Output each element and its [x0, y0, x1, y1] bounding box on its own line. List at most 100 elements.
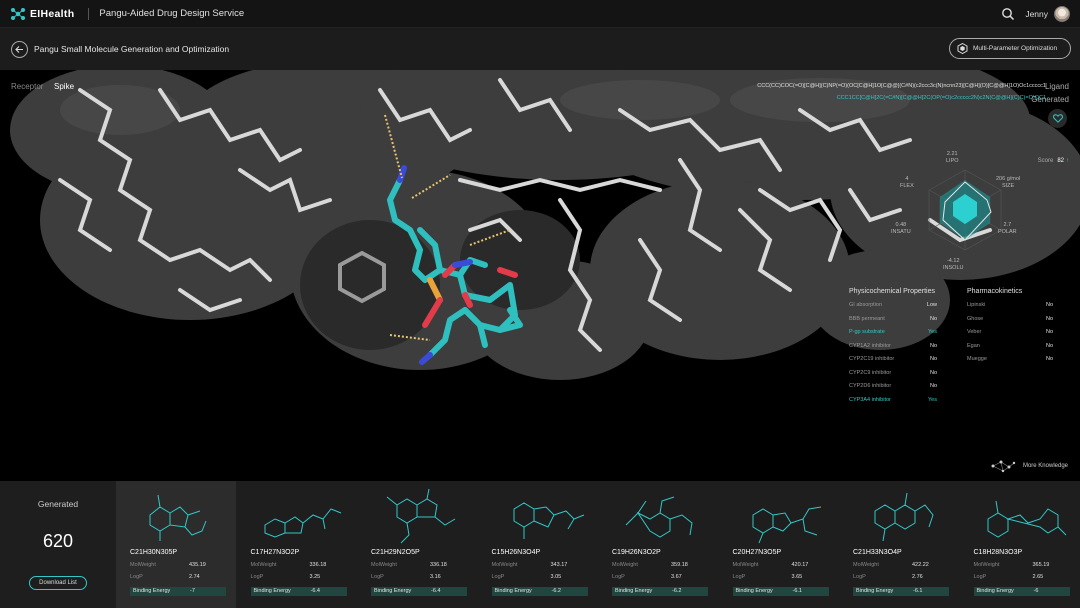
logp-label: LogP	[371, 574, 384, 580]
molweight-value: 343.17	[550, 562, 568, 568]
ligand-label: Ligand	[1044, 82, 1069, 91]
more-knowledge-link[interactable]: More Knowledge	[989, 458, 1068, 474]
pk-row: Egan No	[967, 343, 1053, 357]
search-icon[interactable]	[1001, 7, 1015, 21]
logp-value: 3.05	[550, 574, 562, 580]
generated-smiles: CCC1CC[C@H]2C(=C#N)[C@@H]2C(OP(=O)c2cccc…	[836, 95, 1046, 101]
molweight-label: MolWeight	[491, 562, 518, 568]
protein-ligand-3d-view[interactable]	[0, 70, 1080, 481]
molecule-structure-icon	[987, 500, 1066, 538]
ligand-smiles: CCC(CC)COC(=O)[C@H](C)NP(=O)(OC[C@H]1O[C…	[757, 83, 1046, 89]
pharmacokinetics-title: Pharmacokinetics	[967, 288, 1023, 295]
physchem-value: Yes	[928, 396, 937, 403]
binding-energy-value: -6.4	[431, 588, 441, 594]
molweight-label: MolWeight	[250, 562, 277, 568]
molecule-formula: C19H26N3O2P	[612, 549, 661, 556]
binding-energy-row: Binding Energy -6.2	[491, 587, 588, 596]
network-icon	[991, 460, 1016, 473]
size-label: SIZE	[1001, 183, 1015, 189]
physchem-row: CYP3A4 inhibitor Yes	[849, 397, 937, 411]
molecule-card[interactable]: C21H33N3O4P MolWeight 422.22 LogP 2.76 Bindin…	[839, 481, 959, 608]
physchem-label: CYP2D6 inhibitor	[849, 383, 892, 389]
receptor-label: Receptor	[11, 82, 44, 91]
molweight-value: 359.18	[671, 562, 688, 568]
molecule-bonds	[752, 506, 821, 544]
radar-polar: 2.7 POLAR	[998, 222, 1017, 236]
favorite-button[interactable]	[1048, 109, 1067, 128]
logp-row: LogP 3.67	[612, 574, 708, 580]
download-list-button[interactable]: Download List	[29, 576, 87, 590]
brand-name: EIHealth	[30, 7, 75, 20]
divider	[88, 7, 90, 20]
insolu-label: INSOLU	[943, 265, 964, 271]
multi-parameter-optimization-button[interactable]: Multi-Parameter Optimization	[949, 38, 1071, 59]
generated-summary: Generated 620 Download List	[0, 481, 116, 608]
score-label: Score	[1037, 158, 1054, 164]
logp-label: LogP	[973, 574, 987, 580]
physchem-row: BBB permeant No	[849, 316, 937, 330]
more-knowledge-label: More Knowledge	[1022, 463, 1068, 469]
molweight-label: MolWeight	[973, 562, 1000, 568]
pk-value: No	[1045, 315, 1053, 322]
radar-size: 206 g/mol SIZE	[996, 176, 1020, 190]
molecule-structure-icon	[386, 488, 456, 544]
molecule-card[interactable]: C19H26N3O2P MolWeight 359.18 LogP 3.67 Bindin…	[598, 481, 718, 608]
logp-row: LogP 3.16	[371, 574, 467, 580]
physchem-label: GI absorption	[849, 302, 883, 308]
pharmacokinetics: Pharmacokinetics Lipinski No Ghose No Veber N…	[967, 288, 1053, 370]
binding-energy-value: -7	[190, 588, 195, 594]
molweight-value: 435.19	[189, 562, 206, 568]
logp-row: LogP 3.65	[733, 574, 829, 580]
back-button[interactable]	[11, 40, 28, 58]
binding-energy-label: Binding Energy	[374, 588, 412, 594]
binding-energy-value: -6.1	[913, 588, 923, 594]
molecule-card[interactable]: C21H29N2O5P MolWeight 336.18 LogP 3.16 Bindin…	[357, 481, 477, 608]
physchem-value: No	[929, 315, 937, 322]
binding-energy-row: Binding Energy -6.2	[612, 587, 708, 596]
binding-energy-value: -6.1	[792, 588, 802, 594]
molweight-row: MolWeight 336.18	[251, 562, 347, 568]
molecule-card[interactable]: C20H27N3O5P MolWeight 420.17 LogP 3.65 Bindin…	[719, 481, 839, 608]
logp-value: 3.65	[791, 574, 803, 580]
logp-row: LogP 2.74	[130, 574, 226, 580]
binding-energy-value: -6.2	[672, 588, 682, 594]
brand[interactable]: EIHealth	[10, 7, 74, 21]
physchem-label: BBB permeant	[849, 315, 885, 322]
physchem-value: No	[929, 369, 937, 376]
eihealth-logo-icon	[11, 7, 25, 20]
molecule-card[interactable]: C17H27N3O2P MolWeight 336.18 LogP 3.25 Bindin…	[237, 481, 357, 608]
logp-value: 2.65	[1032, 574, 1044, 580]
molecule-bonds	[386, 488, 456, 544]
pk-value: No	[1045, 356, 1053, 362]
molweight-row: MolWeight 422.22	[853, 562, 949, 568]
molecule-viewer[interactable]: Receptor Spike CCC(CC)COC(=O)[C@H](C)NP(…	[0, 70, 1080, 481]
binding-energy-row: Binding Energy -6.1	[732, 587, 829, 596]
insatu-label: INSATU	[891, 229, 911, 235]
physchem-row: CYP2D6 inhibitor No	[849, 383, 937, 397]
top-bar: EIHealth Pangu-Aided Drug Design Service…	[0, 0, 1080, 28]
size-value: 206 g/mol	[996, 176, 1021, 182]
molecule-structure-icon	[752, 506, 821, 544]
molecule-bonds	[625, 496, 693, 538]
arrow-left-icon	[15, 45, 23, 53]
binding-energy-row: Binding Energy -6	[973, 587, 1070, 596]
molecule-card[interactable]: C18H28N3O3P MolWeight 365.19 LogP 2.65 Bindin…	[960, 481, 1080, 608]
heart-icon	[1052, 114, 1063, 123]
molecule-card[interactable]: C21H30N305P MolWeight 435.19 LogP 2.74 Bindin…	[116, 481, 236, 608]
molweight-value: 420.17	[791, 562, 809, 568]
molweight-label: MolWeight	[853, 562, 879, 568]
molecule-formula: C20H27N3O5P	[732, 549, 782, 556]
binding-energy-row: Binding Energy -6.4	[250, 587, 347, 596]
user-name[interactable]: Jenny	[1025, 9, 1048, 19]
physicochemical-properties: Physicochemical Properties GI absorption…	[849, 288, 937, 410]
molecule-structure-icon	[264, 508, 341, 538]
binding-energy-value: -6.4	[310, 588, 320, 594]
pk-row: Muegge No	[967, 356, 1053, 370]
insatu-value: 0.48	[895, 222, 907, 228]
binding-energy-row: Binding Energy -7	[130, 587, 226, 596]
molecule-card[interactable]: C15H26N3O4P MolWeight 343.17 LogP 3.05 Bindin…	[478, 481, 598, 608]
avatar[interactable]	[1054, 6, 1070, 22]
molecule-bonds	[874, 492, 934, 542]
physchem-value: No	[929, 356, 937, 362]
physchem-label: CYP2C19 inhibitor	[849, 356, 895, 362]
